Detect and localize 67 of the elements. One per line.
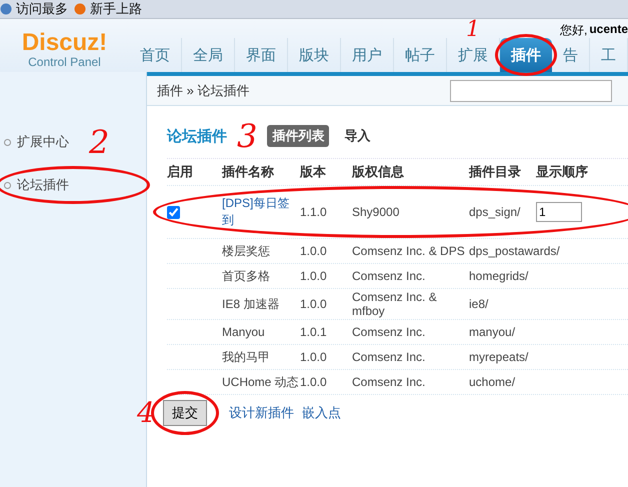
annotation-number: 4 xyxy=(137,399,155,427)
directory-text: dps_sign/ xyxy=(469,205,520,219)
annotation-number: 2 xyxy=(89,123,110,161)
bullet-icon xyxy=(4,182,11,188)
sidebar-item[interactable]: 论坛插件 xyxy=(17,176,69,194)
version-text: 1.0.0 xyxy=(300,297,327,311)
directory-text: dps_postawards/ xyxy=(469,244,560,258)
nav-tab[interactable]: 工 xyxy=(590,38,628,72)
column-header: 版本 xyxy=(300,163,327,181)
breadcrumb: 插件 » 论坛插件 xyxy=(157,82,250,100)
version-text: 1.0.0 xyxy=(300,375,327,389)
annotation-number: 1 xyxy=(466,19,480,41)
copyright-text: Comsenz Inc. xyxy=(352,269,426,283)
plugin-name: 我的马甲 xyxy=(222,348,270,366)
plugin-name: IE8 加速器 xyxy=(222,296,280,312)
logo-title: Discuz! xyxy=(22,31,108,55)
sub-tab[interactable]: 插件列表 xyxy=(267,125,330,147)
plugin-name: 楼层奖惩 xyxy=(222,242,270,260)
copyright-text: Comsenz Inc. xyxy=(352,375,426,389)
plugin-name-link[interactable]: [DPS]每日签到 xyxy=(222,195,300,229)
column-header: 显示顺序 xyxy=(536,163,589,181)
annotation-circle xyxy=(150,391,219,435)
plugin-name: Manyou xyxy=(222,325,265,339)
copyright-text: Comsenz Inc. & DPS xyxy=(352,244,465,258)
submit-button[interactable]: 提交 xyxy=(162,400,207,426)
bookmark-link[interactable]: 访问最多 xyxy=(0,0,68,18)
nav-tab[interactable]: 告 xyxy=(552,38,590,72)
annotation-number: 3 xyxy=(237,120,258,152)
search-field[interactable] xyxy=(450,80,612,102)
column-header: 版权信息 xyxy=(352,163,405,181)
order-field[interactable]: 1 xyxy=(536,202,582,222)
version-text: 1.1.0 xyxy=(300,205,327,219)
nav-tab[interactable]: 帖子 xyxy=(394,38,447,72)
nav-tab[interactable]: 用户 xyxy=(341,38,394,72)
copyright-text: Shy9000 xyxy=(352,205,400,219)
directory-text: homegrids/ xyxy=(469,269,528,283)
nav-tab[interactable]: 插件 xyxy=(500,38,552,72)
version-text: 1.0.0 xyxy=(300,269,327,283)
nav-tab[interactable]: 界面 xyxy=(235,38,288,72)
enable-checkbox[interactable] xyxy=(167,206,180,218)
plugin-name: UCHome 动态 xyxy=(222,374,299,390)
copyright-text: Comsenz Inc. & mfboy xyxy=(352,290,438,318)
plugin-name: 首页多格 xyxy=(222,268,270,284)
username: ucente xyxy=(589,22,628,38)
nav-tab[interactable]: 全局 xyxy=(182,38,235,72)
directory-text: myrepeats/ xyxy=(469,350,528,364)
version-text: 1.0.0 xyxy=(300,244,327,258)
bullet-icon xyxy=(4,138,11,146)
column-header: 启用 xyxy=(167,163,194,181)
footer-link[interactable]: 嵌入点 xyxy=(302,404,341,422)
footer-link[interactable]: 设计新插件 xyxy=(228,404,294,422)
column-header: 插件目录 xyxy=(469,163,522,181)
directory-text: uchome/ xyxy=(469,375,516,389)
sidebar-item[interactable]: 扩展中心 xyxy=(17,133,69,151)
copyright-text: Comsenz Inc. xyxy=(352,325,426,339)
version-text: 1.0.1 xyxy=(300,325,327,339)
directory-text: manyou/ xyxy=(469,325,516,339)
logo-subtitle: Control Panel xyxy=(28,55,101,69)
bookmark-link[interactable]: 新手上路 xyxy=(74,0,142,18)
nav-tab[interactable]: 版块 xyxy=(288,38,341,72)
page-title: 论坛插件 xyxy=(167,126,227,146)
directory-text: ie8/ xyxy=(469,297,488,311)
version-text: 1.0.0 xyxy=(300,350,327,364)
column-header: 插件名称 xyxy=(222,163,275,181)
sub-tab[interactable]: 导入 xyxy=(339,125,376,147)
greeting-text: 您好, xyxy=(560,22,588,39)
copyright-text: Comsenz Inc. xyxy=(352,350,426,364)
